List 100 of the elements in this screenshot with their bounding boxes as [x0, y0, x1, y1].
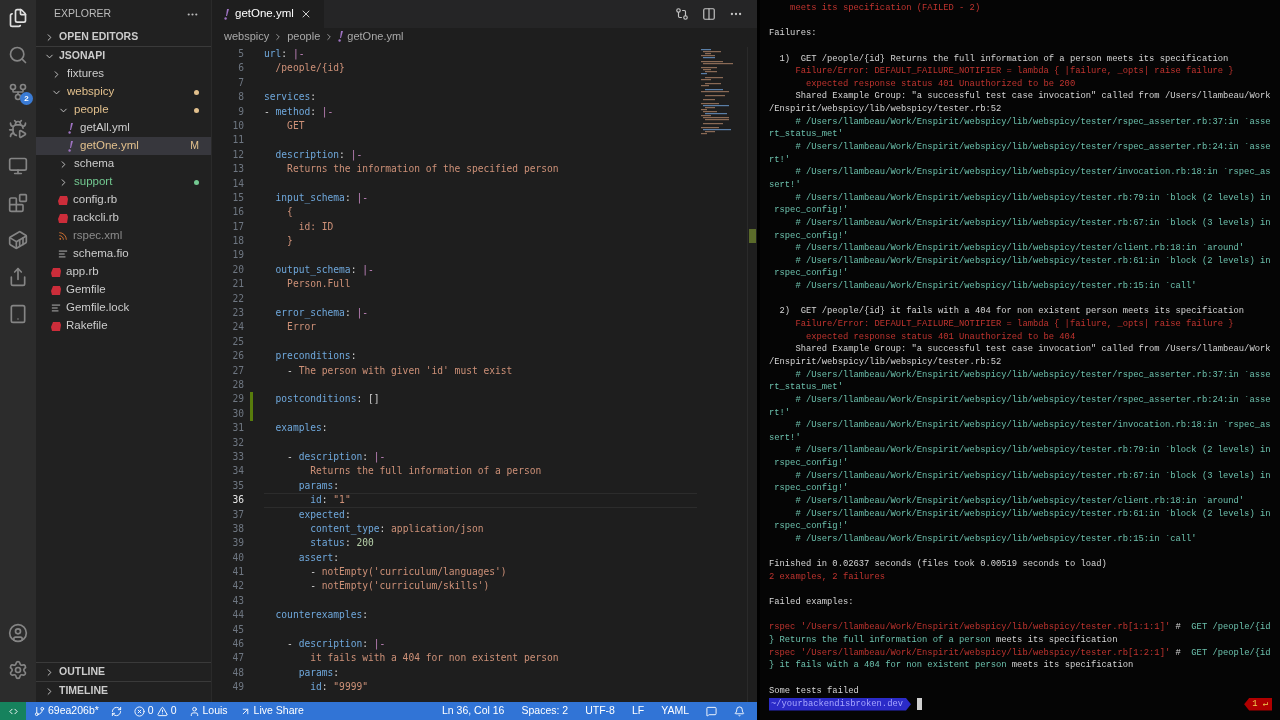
file-item[interactable]: schema.fio [36, 245, 211, 263]
file-item[interactable]: Rakefile [36, 317, 211, 335]
folder-header[interactable]: JSONAPI [36, 47, 211, 65]
code-line: status: 200 [309, 536, 374, 551]
code-line: - description: |- [286, 637, 386, 652]
file-item[interactable]: app.rb [36, 263, 211, 281]
file-item[interactable]: Gemfile [36, 281, 211, 299]
code-line: { [286, 205, 293, 220]
branch-name: 69ea206b* [48, 703, 99, 719]
line-number: 11 [231, 133, 244, 148]
status-item[interactable]: Spaces: 2 [521, 703, 569, 719]
tablet-icon[interactable] [8, 304, 28, 324]
line-number: 28 [231, 378, 244, 392]
extensions-icon[interactable] [8, 193, 28, 213]
share-icon[interactable] [8, 267, 28, 287]
explorer-icon[interactable] [8, 8, 28, 28]
code-line: postconditions: [] [274, 392, 380, 407]
code-line: params: [297, 478, 340, 493]
problems-item[interactable]: 0 0 [133, 703, 177, 719]
warning-icon [156, 705, 168, 717]
file-item[interactable]: Gemfile.lock [36, 299, 211, 317]
code-line: params: [297, 665, 340, 680]
settings-icon[interactable] [8, 660, 28, 680]
code-line: id: "1" [309, 493, 351, 508]
account-icon[interactable] [8, 623, 28, 643]
folder-item[interactable]: schema [36, 155, 211, 173]
source-control-icon[interactable] [8, 82, 28, 102]
line-number: 39 [231, 536, 244, 551]
code-line: - notEmpty('curriculum/skills') [309, 579, 490, 594]
terminal-line: Failures: [769, 27, 817, 40]
compare-icon[interactable] [675, 7, 689, 21]
code-line: output_schema: |- [274, 262, 374, 278]
code-line: examples: [274, 421, 328, 436]
feed-icon [58, 231, 68, 241]
user-item[interactable]: Louis [188, 703, 228, 719]
status-item[interactable]: Ln 36, Col 16 [442, 703, 505, 719]
code-line: GET [286, 118, 305, 133]
line-number: 46 [231, 637, 244, 651]
file-item[interactable]: getOne.yml M [36, 137, 211, 155]
code-line: - method: |- [264, 104, 334, 119]
folder-item[interactable]: fixtures [36, 65, 211, 83]
file-item[interactable]: rspec.xml [36, 227, 211, 245]
status-item[interactable]: YAML [661, 703, 689, 719]
line-number: 24 [231, 320, 244, 335]
terminal-line: sert!' [769, 178, 801, 192]
breadcrumb[interactable]: people [287, 28, 321, 45]
terminal-line: # /Users/llambeau/Work/Enspirit/webspicy/lib/webspicy/tester/invocation.rb:18:in `rspec_as [794, 419, 1271, 432]
line-number: 45 [231, 622, 244, 637]
feedback-icon[interactable] [706, 705, 717, 717]
yaml-file-icon [338, 31, 344, 42]
terminal-line: 2 examples, 2 failures [769, 570, 886, 584]
container-icon[interactable] [8, 230, 28, 250]
terminal-line: # /Users/llambeau/Work/Enspirit/webspicy/lib/webspicy/tester.rb:61:in `block (2 levels) in [794, 254, 1271, 268]
user-name: Louis [202, 703, 228, 719]
line-number: 8 [237, 90, 244, 105]
section-header[interactable]: OPEN EDITORS [36, 28, 211, 46]
split-editor-icon[interactable] [702, 7, 716, 21]
editor-tab[interactable]: getOne.yml [212, 0, 324, 28]
section-title: OPEN EDITORS [59, 29, 139, 45]
file-item[interactable]: config.rb [36, 191, 211, 209]
terminal-line: /Enspirit/webspicy/lib/webspicy/tester.rb:52 [769, 355, 1002, 369]
live-share-item[interactable]: Live Share [239, 703, 304, 719]
terminal-line: # /Users/llambeau/Work/Enspirit/webspicy/lib/webspicy/tester/rspec_asserter.rb:37:in `asse [794, 368, 1271, 382]
section-title: OUTLINE [59, 664, 106, 680]
line-number: 32 [231, 435, 244, 450]
code-line: /people/{id} [274, 61, 345, 76]
status-item[interactable]: LF [631, 703, 645, 719]
folder-item[interactable]: support [36, 173, 211, 191]
file-item[interactable]: getAll.yml [36, 119, 211, 137]
scrollbar-thumb[interactable] [749, 229, 756, 243]
terminal-line: # /Users/llambeau/Work/Enspirit/webspicy/lib/webspicy/tester/client.rb:18:in `around' [794, 242, 1245, 255]
section-header[interactable]: TIMELINE [36, 682, 211, 700]
line-number: 10 [231, 118, 244, 133]
code-line: input_schema: |- [274, 190, 368, 206]
run-debug-icon[interactable] [8, 119, 28, 139]
line-number: 44 [231, 608, 244, 623]
folder-item[interactable]: people [36, 101, 211, 119]
remote-indicator[interactable] [0, 702, 26, 720]
file-item[interactable]: rackcli.rb [36, 209, 211, 227]
search-icon[interactable] [8, 45, 28, 65]
terminal-line: } it fails with a 404 for non existent person meets its specification [769, 659, 1134, 672]
remote-explorer-icon[interactable] [8, 156, 28, 176]
line-number: 37 [231, 507, 244, 522]
breadcrumb[interactable]: webspicy [224, 28, 270, 45]
status-item[interactable]: UTF-8 [585, 703, 615, 719]
branch-item[interactable]: 69ea206b* [34, 703, 99, 719]
terminal-line: rspec_config!' [773, 520, 849, 533]
sync-icon[interactable] [110, 705, 122, 717]
warning-count: 0 [170, 703, 177, 719]
folder-item[interactable]: webspicy [36, 83, 211, 101]
section-header[interactable]: OUTLINE [36, 663, 211, 681]
breadcrumb[interactable]: getOne.yml [347, 28, 404, 45]
terminal-line: rspec_config!' [773, 229, 849, 243]
terminal-line: # /Users/llambeau/Work/Enspirit/webspicy/lib/webspicy/tester.rb:79:in `block (2 levels) in [794, 444, 1271, 458]
terminal-line: Finished in 0.02637 seconds (files took 0.00519 seconds to load) [769, 558, 1107, 571]
terminal-line: # /Users/llambeau/Work/Enspirit/webspicy/lib/webspicy/tester/rspec_asserter.rb:37:in `asse [794, 115, 1271, 129]
line-number: 36 [231, 493, 244, 508]
terminal-line: Failure/Error: DEFAULT_FAILURE_NOTIFIER = lambda { |failure, _opts| raise failure } [794, 65, 1234, 78]
terminal-line: rspec_config!' [773, 204, 849, 217]
bell-icon[interactable] [734, 705, 745, 717]
